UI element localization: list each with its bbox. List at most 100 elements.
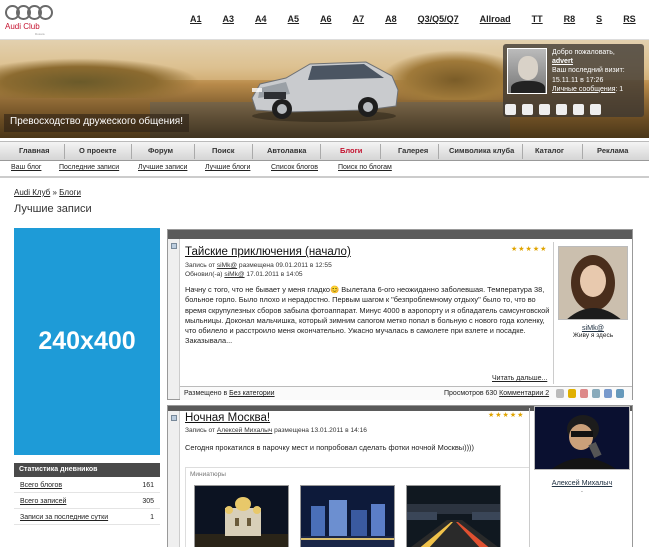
post-author-link[interactable]: Алексей Михалыч [217,427,272,434]
breadcrumb-section[interactable]: Блоги [59,188,81,197]
post-editor-link[interactable]: siMk@ [224,271,244,278]
meta-date: 17.01.2011 в 14:05 [244,270,303,278]
banner-tagline: Превосходство дружеского общения! [4,114,189,132]
exit-icon[interactable] [590,103,601,115]
author-name[interactable]: siMk@ [558,323,628,332]
audi-rings-icon [5,3,57,21]
nav-gallery[interactable]: Галерея [398,146,428,155]
meta-date: размещена 09.01.2011 в 12:55 [237,262,332,269]
subnav-blog-list[interactable]: Список блогов [271,164,318,171]
stats-label[interactable]: Всего записей [20,498,66,505]
pages-icon[interactable] [522,103,533,115]
stats-value: 305 [142,498,154,505]
thumbnail-image[interactable] [194,485,289,547]
model-link-a7[interactable]: A7 [353,14,365,28]
author-status: Живу я здесь [572,332,614,339]
nav-search[interactable]: Поиск [212,146,235,155]
nav-catalog[interactable]: Каталог [535,146,564,155]
post-author: siMk@ Живу я здесь [558,246,628,339]
category-link[interactable]: Без категории [229,390,274,397]
pencil-icon[interactable] [568,389,576,398]
subnav-latest-posts[interactable]: Последние записи [59,164,119,171]
nav-ads[interactable]: Реклама [597,146,628,155]
settings-icon[interactable] [573,103,584,115]
ad-banner[interactable]: 240x400 [14,228,160,455]
nav-about[interactable]: О проекте [79,146,116,155]
blog-subnav: Ваш блог Последние записи Лучшие записи … [0,161,649,178]
breadcrumb-root[interactable]: Audi Клуб [14,188,50,197]
breadcrumb: Audi Клуб » Блоги [14,188,81,197]
nav-forum[interactable]: Форум [148,146,173,155]
subnav-your-blog[interactable]: Ваш блог [11,164,41,171]
blog-post: Тайские приключения (начало) ★★★★★ Запис… [167,229,633,400]
nav-blogs[interactable]: Блоги [340,146,362,155]
post-footer: Размещено в Без категории Просмотров 630… [180,386,632,400]
audi-club-logo[interactable]: Audi Club Russia [5,3,57,37]
stats-label[interactable]: Записи за последние сутки [20,514,108,521]
screen-icon[interactable] [556,103,567,115]
stats-value: 1 [150,514,154,521]
model-link-allroad[interactable]: Allroad [480,14,511,28]
post-select-checkbox[interactable] [171,243,177,249]
model-link-rs[interactable]: RS [623,14,636,28]
footer-placed-label: Размещено в [184,390,230,397]
nav-symbols[interactable]: Символика клуба [449,146,514,155]
comments-link[interactable]: Комментарии 2 [499,390,549,397]
rating-stars[interactable]: ★★★★★ [511,245,547,253]
last-visit-label: Ваш последний визит: [552,67,625,75]
private-messages-count: : 1 [615,85,624,93]
model-link-s[interactable]: S [596,14,602,28]
flag-icon[interactable] [616,389,624,398]
stats-row: Всего записей 305 [14,493,160,509]
user-avatar[interactable] [507,48,547,94]
username-link[interactable]: advert [552,57,642,66]
post-meta: Запись от Алексей Михалыч размещена 13.0… [185,427,367,436]
model-link-a1[interactable]: A1 [190,14,202,28]
post-author-link[interactable]: siMk@ [217,262,237,269]
attachment-icon[interactable] [556,389,564,398]
author-photo[interactable] [534,406,630,470]
blog-stats: Статистика дневников Всего блогов 161 Вс… [14,463,160,543]
post-title[interactable]: Ночная Москва! [185,412,270,424]
logo-club-text: Audi Club [5,22,40,31]
stats-label[interactable]: Всего блогов [20,482,62,489]
thumbnail-image[interactable] [300,485,395,547]
stats-row: Записи за последние сутки 1 [14,509,160,525]
mail-icon[interactable] [604,389,612,398]
thumbnails-label: Миниатюры [190,471,226,478]
thumbnail-image[interactable] [406,485,501,547]
private-messages-link[interactable]: Личные сообщения [552,86,615,93]
subnav-blog-search[interactable]: Поиск по блогам [338,164,392,171]
stats-value: 161 [142,482,154,489]
model-link-a5[interactable]: A5 [288,14,300,28]
nav-autolavka[interactable]: Автолавка [267,146,306,155]
model-link-a3[interactable]: A3 [223,14,235,28]
book-icon[interactable] [539,103,550,115]
tag-icon[interactable] [580,389,588,398]
model-link-tt[interactable]: TT [532,14,543,28]
stats-row: Всего блогов 161 [14,477,160,493]
rating-stars[interactable]: ★★★★★ [488,411,524,419]
post-header-bar [168,230,632,239]
model-link-q3-q5-q7[interactable]: Q3/Q5/Q7 [418,14,459,28]
post-body: Сегодня прокатился в парочку мест и попр… [185,443,474,452]
author-name[interactable]: Алексей Михалыч [534,478,630,487]
thumbnails-panel: Миниатюры [185,467,530,547]
read-more-link[interactable]: Читать дальше... [492,375,547,382]
subnav-best-posts[interactable]: Лучшие записи [138,164,187,171]
post-select-checkbox[interactable] [171,415,177,421]
model-link-r8[interactable]: R8 [564,14,576,28]
model-link-a4[interactable]: A4 [255,14,267,28]
nav-home[interactable]: Главная [19,146,50,155]
author-photo[interactable] [558,246,628,320]
post-title[interactable]: Тайские приключения (начало) [185,246,351,258]
breadcrumb-sep: » [52,188,57,197]
bookmark-icon[interactable] [592,389,600,398]
blog-post: Ночная Москва! ★★★★★ Запись от Алексей М… [167,405,633,547]
model-link-a6[interactable]: A6 [320,14,332,28]
model-link-a8[interactable]: A8 [385,14,397,28]
logo-sub-text: Russia [35,32,45,36]
views-count: Просмотров 630 [444,390,500,397]
subnav-best-blogs[interactable]: Лучшие блоги [205,164,250,171]
profile-icon[interactable] [505,103,516,115]
